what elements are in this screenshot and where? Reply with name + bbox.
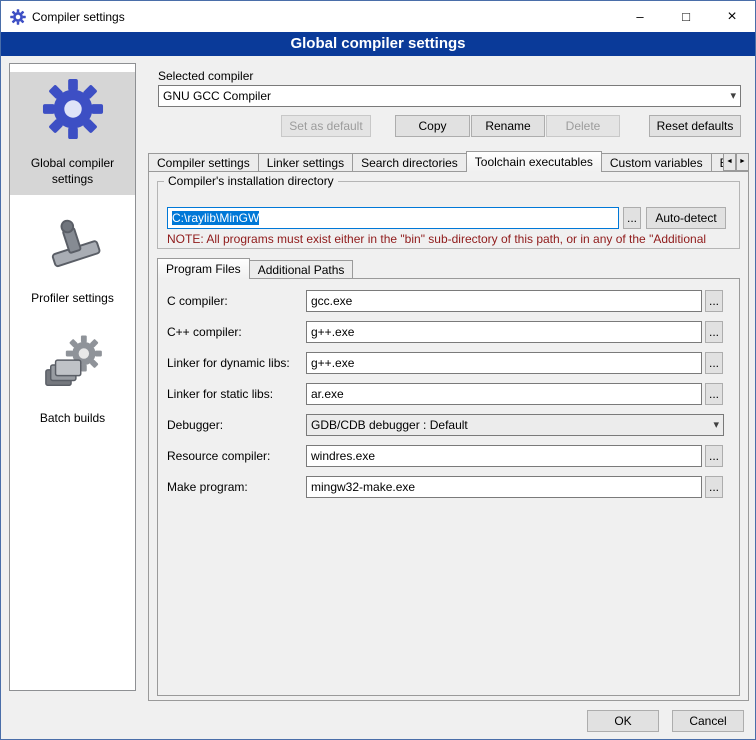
linker-dynamic-label: Linker for dynamic libs: [167,352,290,374]
auto-detect-button[interactable]: Auto-detect [646,207,726,229]
tab-scroll-right-icon[interactable]: ► [736,153,749,171]
debugger-label: Debugger: [167,414,223,436]
c-compiler-label: C compiler: [167,290,228,312]
linker-static-label: Linker for static libs: [167,383,273,405]
rename-button[interactable]: Rename [471,115,545,137]
linker-static-input[interactable]: ar.exe [306,383,702,405]
sidebar-item-batch-builds[interactable]: Batch builds [10,327,135,435]
tab-build-options[interactable]: Buil [711,153,723,172]
make-program-browse-button[interactable]: ... [705,476,723,498]
reset-defaults-button[interactable]: Reset defaults [649,115,741,137]
tab-custom-variables[interactable]: Custom variables [601,153,712,172]
install-dir-browse-button[interactable]: ... [623,207,641,229]
title-bar: Compiler settings – □ × [1,1,755,32]
maximize-button[interactable]: □ [663,1,709,32]
debugger-dropdown[interactable]: GDB/CDB debugger : Default ▾ [306,414,724,436]
sidebar-item-global-compiler-settings[interactable]: Global compiler settings [10,72,135,195]
selected-compiler-value: GNU GCC Compiler [163,89,271,103]
compiler-settings-window: Compiler settings – □ × Global compiler … [0,0,756,740]
profiler-tool-icon [12,213,133,277]
linker-dynamic-input[interactable]: g++.exe [306,352,702,374]
batch-builds-gears-icon [12,333,133,397]
window-title: Compiler settings [32,10,125,24]
page-title: Global compiler settings [1,32,755,56]
set-as-default-button: Set as default [281,115,371,137]
selected-compiler-dropdown[interactable]: GNU GCC Compiler ▾ [158,85,741,107]
sidebar-item-label: Batch builds [12,411,133,427]
cpp-compiler-label: C++ compiler: [167,321,242,343]
ok-button[interactable]: OK [587,710,659,732]
cpp-compiler-browse-button[interactable]: ... [705,321,723,343]
resource-compiler-input[interactable]: windres.exe [306,445,702,467]
cancel-button[interactable]: Cancel [672,710,744,732]
tab-scroll-left-icon[interactable]: ◄ [723,153,736,171]
resource-compiler-label: Resource compiler: [167,445,270,467]
c-compiler-input[interactable]: gcc.exe [306,290,702,312]
resource-compiler-browse-button[interactable]: ... [705,445,723,467]
installation-directory-value: C:\raylib\MinGW [172,211,259,225]
delete-button: Delete [546,115,620,137]
chevron-down-icon: ▾ [730,88,736,104]
install-dir-group-title: Compiler's installation directory [164,174,338,188]
sidebar-item-profiler-settings[interactable]: Profiler settings [10,207,135,315]
tab-toolchain-executables[interactable]: Toolchain executables [466,151,602,172]
app-gear-icon [10,9,26,25]
make-program-input[interactable]: mingw32-make.exe [306,476,702,498]
copy-button[interactable]: Copy [395,115,470,137]
compiler-settings-tabs: Compiler settings Linker settings Search… [148,151,723,172]
minimize-button[interactable]: – [617,1,663,32]
global-compiler-gear-icon [12,78,133,142]
tab-linker-settings[interactable]: Linker settings [258,153,353,172]
install-dir-note: NOTE: All programs must exist either in … [167,232,733,246]
installation-directory-input[interactable]: C:\raylib\MinGW [167,207,619,229]
sidebar-item-label: Profiler settings [12,291,133,307]
tab-search-directories[interactable]: Search directories [352,153,467,172]
tab-program-files[interactable]: Program Files [157,258,250,279]
linker-dynamic-browse-button[interactable]: ... [705,352,723,374]
close-button[interactable]: × [709,1,755,32]
linker-static-browse-button[interactable]: ... [705,383,723,405]
tab-additional-paths[interactable]: Additional Paths [249,260,354,279]
chevron-down-icon: ▾ [713,417,719,433]
sidebar-item-label: Global compiler settings [12,156,133,187]
program-files-tabs: Program Files Additional Paths [157,258,457,279]
cpp-compiler-input[interactable]: g++.exe [306,321,702,343]
debugger-value: GDB/CDB debugger : Default [311,418,468,432]
selected-compiler-label: Selected compiler [158,65,253,87]
tab-compiler-settings[interactable]: Compiler settings [148,153,259,172]
c-compiler-browse-button[interactable]: ... [705,290,723,312]
settings-category-list: Global compiler settings Profiler settin… [9,63,136,691]
make-program-label: Make program: [167,476,248,498]
